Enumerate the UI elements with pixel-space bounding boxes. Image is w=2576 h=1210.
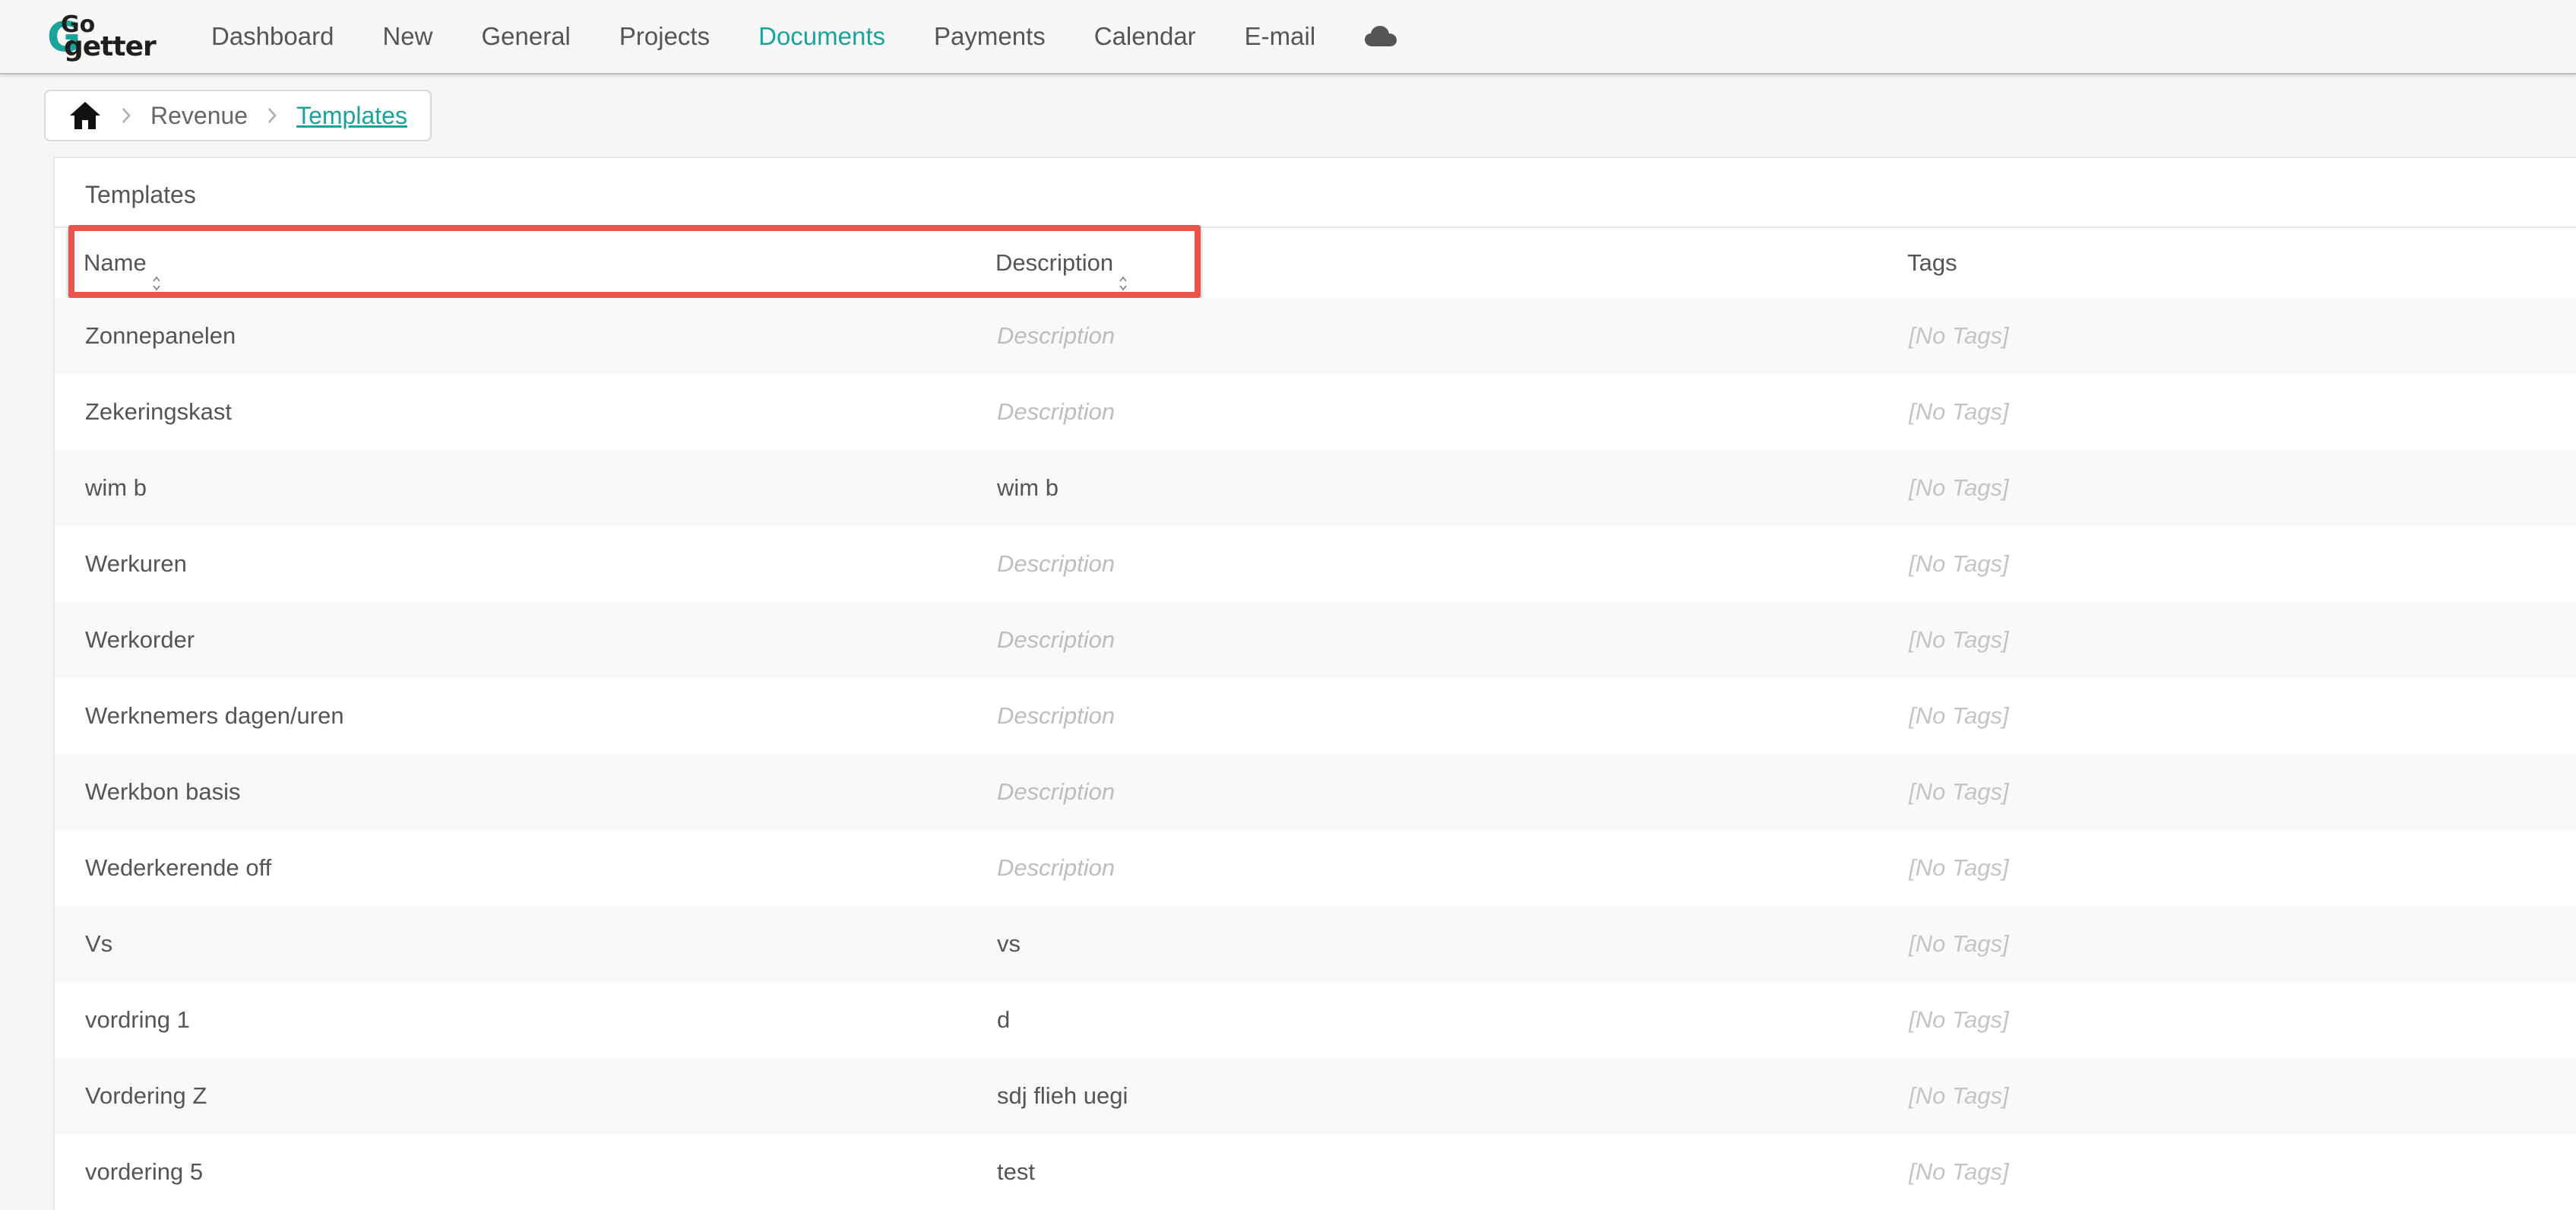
nav-email[interactable]: E-mail xyxy=(1245,22,1316,51)
row-description: Description xyxy=(997,854,1116,881)
row-name: Wederkerende off xyxy=(85,854,272,881)
table-row[interactable]: Vs vs [No Tags] xyxy=(55,906,2576,982)
row-tags: [No Tags] xyxy=(1909,550,2009,577)
nav-general[interactable]: General xyxy=(481,22,570,51)
row-tags: [No Tags] xyxy=(1909,854,2009,881)
sort-icon[interactable] xyxy=(1118,252,1128,291)
row-description: Description xyxy=(997,398,1116,425)
row-name: Werkuren xyxy=(85,550,187,577)
table-row[interactable]: vordring 1 d [No Tags] xyxy=(55,982,2576,1058)
row-name: Zekeringskast xyxy=(85,398,232,425)
row-tags: [No Tags] xyxy=(1909,702,2009,729)
row-description: Description xyxy=(997,702,1116,729)
home-icon[interactable] xyxy=(68,100,102,131)
row-name: Vs xyxy=(85,930,113,957)
chevron-right-icon xyxy=(120,106,132,125)
row-description: test xyxy=(997,1158,1035,1185)
nav-dashboard[interactable]: Dashboard xyxy=(211,22,334,51)
cloud-icon[interactable] xyxy=(1364,25,1397,48)
top-navigation-bar: G Go getter Dashboard New General Projec… xyxy=(0,0,2576,74)
row-tags: [No Tags] xyxy=(1909,626,2009,653)
row-name: vordring 1 xyxy=(85,1006,190,1033)
table-row[interactable]: Wederkerende off Description [No Tags] xyxy=(55,830,2576,906)
row-name: wim b xyxy=(85,474,147,501)
row-description: Description xyxy=(997,626,1116,653)
row-description: wim b xyxy=(997,474,1059,501)
table-row[interactable]: Zonnepanelen Description [No Tags] xyxy=(55,298,2576,374)
chevron-right-icon xyxy=(266,106,278,125)
breadcrumb: Revenue Templates xyxy=(44,90,432,141)
nav-payments[interactable]: Payments xyxy=(934,22,1046,51)
column-header-name-label: Name xyxy=(84,249,147,276)
row-tags: [No Tags] xyxy=(1909,474,2009,501)
row-tags: [No Tags] xyxy=(1909,398,2009,425)
nav-calendar[interactable]: Calendar xyxy=(1094,22,1196,51)
column-header-tags: Tags xyxy=(1907,228,1957,298)
row-description: Description xyxy=(997,550,1116,577)
logo-getter-text: getter xyxy=(64,31,157,62)
table-row[interactable]: Werknemers dagen/uren Description [No Ta… xyxy=(55,678,2576,754)
row-description: vs xyxy=(997,930,1021,957)
table-row[interactable]: vordering 5 test [No Tags] xyxy=(55,1134,2576,1210)
nav-projects[interactable]: Projects xyxy=(619,22,710,51)
row-description: Description xyxy=(997,778,1116,805)
row-description: Description xyxy=(997,322,1116,349)
row-tags: [No Tags] xyxy=(1909,322,2009,349)
row-name: Zonnepanelen xyxy=(85,322,236,349)
table-row[interactable]: Zekeringskast Description [No Tags] xyxy=(55,374,2576,450)
row-name: Werkorder xyxy=(85,626,195,653)
row-tags: [No Tags] xyxy=(1909,1158,2009,1185)
table-row[interactable]: Werkbon basis Description [No Tags] xyxy=(55,754,2576,830)
gogetter-logo[interactable]: G Go getter xyxy=(47,14,161,62)
row-tags: [No Tags] xyxy=(1909,930,2009,957)
row-name: Vordering Z xyxy=(85,1082,207,1109)
column-header-description[interactable]: Description xyxy=(995,228,1128,298)
templates-table-body: Zonnepanelen Description [No Tags] Zeker… xyxy=(55,298,2576,1210)
column-header-name[interactable]: Name xyxy=(84,228,162,298)
templates-panel: Templates Name Description Tags Zonnepan… xyxy=(53,157,2576,1210)
breadcrumb-revenue[interactable]: Revenue xyxy=(150,102,248,130)
table-header: Name Description Tags xyxy=(55,228,2576,298)
column-header-tags-label: Tags xyxy=(1907,249,1957,276)
row-tags: [No Tags] xyxy=(1909,1082,2009,1109)
row-tags: [No Tags] xyxy=(1909,778,2009,805)
column-header-description-label: Description xyxy=(995,249,1114,276)
table-row[interactable]: Werkorder Description [No Tags] xyxy=(55,602,2576,678)
row-name: Werknemers dagen/uren xyxy=(85,702,344,729)
panel-title: Templates xyxy=(85,181,196,208)
row-name: Werkbon basis xyxy=(85,778,241,805)
main-nav: Dashboard New General Projects Documents… xyxy=(211,0,1397,73)
table-row[interactable]: wim b wim b [No Tags] xyxy=(55,450,2576,526)
table-row[interactable]: Vordering Z sdj flieh uegi [No Tags] xyxy=(55,1058,2576,1134)
row-description: sdj flieh uegi xyxy=(997,1082,1128,1109)
row-tags: [No Tags] xyxy=(1909,1006,2009,1033)
nav-new[interactable]: New xyxy=(382,22,432,51)
sort-icon[interactable] xyxy=(151,252,162,291)
breadcrumb-templates[interactable]: Templates xyxy=(296,102,407,130)
nav-documents[interactable]: Documents xyxy=(758,22,885,51)
table-row[interactable]: Werkuren Description [No Tags] xyxy=(55,526,2576,602)
row-description: d xyxy=(997,1006,1011,1033)
row-name: vordering 5 xyxy=(85,1158,204,1185)
